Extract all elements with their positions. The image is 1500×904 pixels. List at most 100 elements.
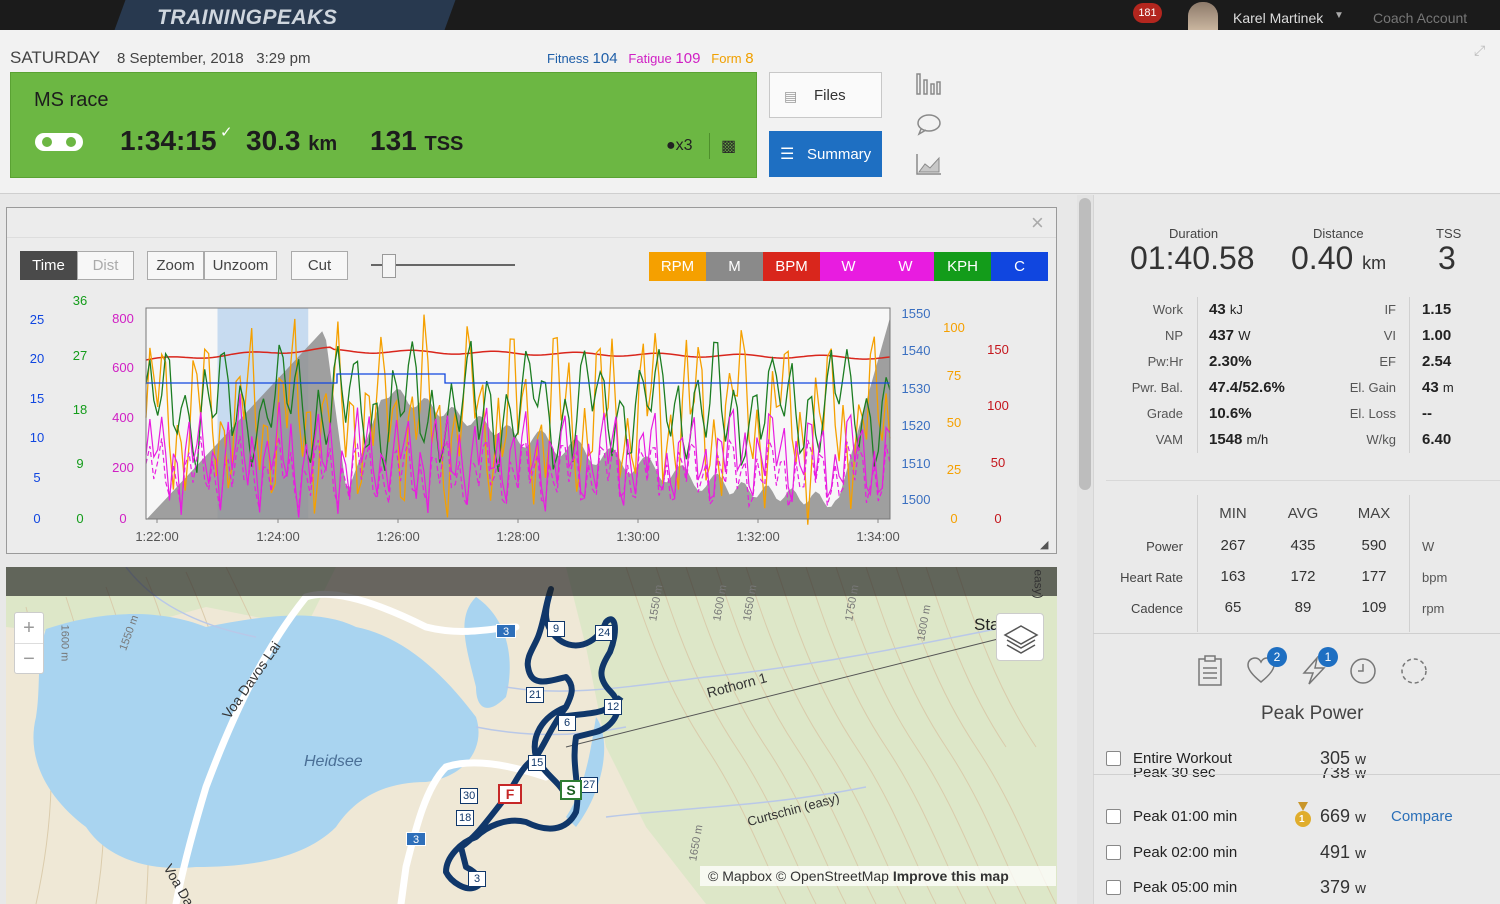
legend-item[interactable]: W (820, 252, 877, 281)
finish-marker[interactable]: F (498, 784, 522, 804)
peak-power-number: 738 (1320, 768, 1351, 782)
x-axis-tick: 1:32:00 (736, 529, 779, 544)
notification-badge[interactable]: 181 (1133, 3, 1162, 23)
zoom-out-button[interactable]: − (15, 643, 43, 673)
route-marker[interactable]: 12 (604, 699, 623, 715)
peak-power-checkbox[interactable] (1106, 845, 1121, 860)
collapse-icon[interactable]: ⤢ (1474, 42, 1485, 59)
workout-chart[interactable]: 2520151050362718908006004002000155015401… (7, 288, 1057, 553)
fitness-label: Fitness (547, 51, 589, 66)
table-unit: W (1422, 539, 1435, 554)
route-marker[interactable]: 21 (526, 687, 545, 703)
summary-button[interactable]: ☰ Summary (769, 131, 882, 177)
legend-item[interactable]: C (991, 252, 1048, 281)
layers-icon (1003, 625, 1039, 654)
form-label: Form (711, 51, 742, 66)
legend-item[interactable]: BPM (763, 252, 820, 281)
route-map[interactable]: Heidsee Voa Davos Lai Rothorn 1 Curtschi… (6, 567, 1057, 904)
metric-value: 6.40 (1422, 431, 1451, 448)
metric-number: 47.4/52.6% (1209, 379, 1285, 396)
gold-medal-icon: 1 (1293, 802, 1313, 830)
files-label: Files (814, 87, 846, 104)
top-navigation-bar: TRAININGPEAKS 181 Karel Martinek ▼ Coach… (0, 0, 1500, 30)
cadence-axis-tick: 25 (947, 462, 961, 477)
cut-button[interactable]: Cut (291, 251, 348, 280)
metric-number: 2.30% (1209, 353, 1252, 370)
workout-header: SATURDAY 8 September, 2018 3:29 pm Fitne… (0, 30, 1500, 194)
notes-icon[interactable] (1196, 655, 1224, 687)
zoom-button[interactable]: Zoom (147, 251, 204, 280)
peak-power-unit: w (1355, 751, 1366, 768)
zoom-in-button[interactable]: + (15, 613, 43, 643)
peak-power-row[interactable]: Peak 01:00 min 669 w 1 Compare (1093, 802, 1500, 832)
metric-number: 43 (1422, 379, 1439, 396)
peak-power-unit: w (1355, 768, 1366, 782)
elevation-axis-tick: 1540 (902, 343, 931, 358)
workout-summary-card[interactable]: MS race 1:34:15 ✓ 30.3 km 131 TSS ●x3 ▩ (10, 72, 757, 178)
distance-label: Distance (1313, 226, 1364, 241)
comments-icon[interactable]: ▩ (721, 136, 736, 156)
peak-power-row[interactable]: Peak 30 sec 738 w (1093, 768, 1500, 786)
table-cell: 65 (1224, 599, 1242, 616)
clock-icon[interactable] (1348, 656, 1378, 686)
peak-power-checkbox[interactable] (1106, 880, 1121, 895)
peak-power-row[interactable]: Peak 05:00 min 379 w (1093, 873, 1500, 903)
avatar[interactable] (1188, 2, 1218, 30)
peak-power-checkbox[interactable] (1106, 751, 1121, 766)
improve-map-link[interactable]: Improve this map (893, 868, 1009, 884)
route-marker[interactable]: 18 (456, 810, 475, 826)
map-canvas[interactable] (6, 567, 1057, 904)
user-name[interactable]: Karel Martinek (1233, 10, 1323, 26)
metric-label: Pw:Hr (1147, 354, 1183, 369)
route-marker[interactable]: 27 (580, 777, 599, 793)
attribution-text: © Mapbox © OpenStreetMap (708, 868, 889, 884)
metric-label: NP (1164, 328, 1183, 343)
peak-power-checkbox[interactable] (1106, 809, 1121, 824)
route-marker[interactable]: 15 (528, 755, 547, 771)
x-axis-tick: 1:28:00 (496, 529, 539, 544)
metric-unit: m (1442, 380, 1454, 395)
elevation-axis-tick: 1520 (902, 418, 931, 433)
metric-value: 47.4/52.6% (1209, 379, 1285, 396)
route-marker[interactable]: 30 (460, 788, 479, 804)
metric-number: 1.15 (1422, 301, 1452, 318)
map-layers-button[interactable] (996, 613, 1044, 661)
range-tss-label: TSS (1436, 226, 1462, 241)
workout-title[interactable]: MS race (34, 89, 108, 112)
comment-icon[interactable] (914, 112, 944, 152)
range-selector-icon[interactable] (1399, 656, 1429, 686)
time-axis-button[interactable]: Time (20, 251, 77, 280)
smoothing-slider-handle[interactable] (382, 254, 396, 278)
distance-axis-button[interactable]: Dist (77, 251, 134, 280)
bar-chart-icon[interactable] (914, 72, 944, 112)
table-column-header: MAX (1357, 505, 1391, 522)
peak-power-row[interactable]: Peak 02:00 min 491 w (1093, 838, 1500, 868)
peak-power-label: Peak 02:00 min (1133, 844, 1238, 861)
legend-item[interactable]: RPM (649, 252, 706, 281)
files-button[interactable]: ▤ Files (769, 72, 882, 118)
start-marker[interactable]: S (560, 780, 582, 800)
speed-axis-tick: 36 (73, 293, 87, 308)
route-marker[interactable]: 9 (547, 621, 565, 637)
elevation-axis-tick: 1500 (902, 492, 931, 507)
scrollbar-thumb[interactable] (1079, 198, 1091, 490)
resize-handle[interactable]: ◢ (1040, 538, 1048, 551)
compare-link[interactable]: Compare (1391, 808, 1453, 825)
coach-account-link[interactable]: Coach Account (1373, 10, 1467, 26)
elevation-axis-tick: 1510 (902, 456, 931, 471)
brand-logo[interactable]: TRAININGPEAKS (157, 6, 337, 30)
power-axis-tick: 800 (112, 311, 134, 326)
range-distance-unit: km (1362, 253, 1387, 273)
legend-item[interactable]: KPH (934, 252, 991, 281)
route-marker[interactable]: 3 (468, 871, 486, 887)
analysis-chart-icon[interactable] (914, 152, 944, 192)
close-icon[interactable]: × (1031, 210, 1044, 236)
c-axis-tick: 20 (30, 351, 44, 366)
chevron-down-icon[interactable]: ▼ (1334, 10, 1344, 21)
route-marker[interactable]: 6 (558, 715, 576, 731)
route-marker[interactable]: 24 (595, 625, 614, 641)
unzoom-button[interactable]: Unzoom (204, 251, 277, 280)
metric-value: 43 m (1422, 379, 1454, 396)
legend-item[interactable]: M (706, 252, 763, 281)
legend-item[interactable]: W (877, 252, 934, 281)
